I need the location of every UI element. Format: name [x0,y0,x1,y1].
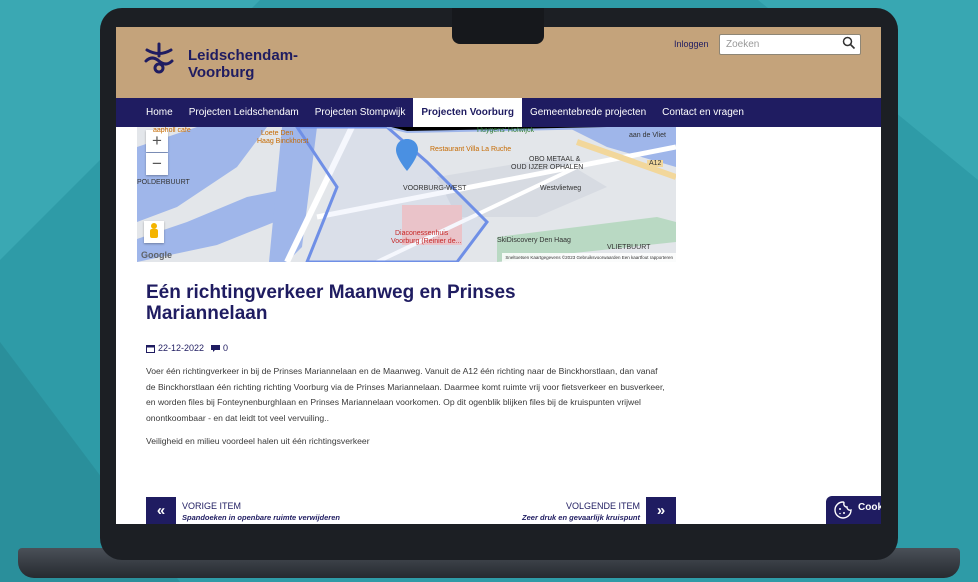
map-label: A12 [647,160,664,167]
camera-notch [452,8,544,44]
article-paragraph: Veiligheid en milieu voordeel halen uit … [146,436,370,446]
next-item-label[interactable]: VOLGENDE ITEM [566,501,640,511]
article-title: Eén richtingverkeer Maanweg en Prinses M… [146,282,516,324]
map-label: Westvlietweg [540,185,582,192]
map-label: Diaconessenhuis [395,230,449,237]
map-attribution[interactable]: Sneltoetsen Kaartgegevens ©2023 Gebruiks… [502,253,676,262]
google-map[interactable]: + − aapholl cafe Loete Den Haag Binckhor… [137,127,676,262]
cookie-icon [834,501,852,519]
article-date: 22-12-2022 [158,343,205,353]
nav-projecten-leidschendam[interactable]: Projecten Leidschendam [181,98,307,127]
previous-item-title[interactable]: Spandoeken in openbare ruimte verwijdere… [182,513,340,522]
search-input[interactable] [719,34,861,55]
municipality-logo-icon[interactable] [142,41,176,75]
brand-line-2: Voorburg [188,64,255,81]
map-label: aan de Vliet [629,132,666,139]
browser-screen: Leidschendam- Voorburg Inloggen Home Pro… [116,27,881,524]
map-label: Voorburg (Reinier de... [391,238,462,245]
map-marker-icon[interactable] [396,139,418,171]
map-label: Haag Binckhorst [257,138,309,145]
map-label: OBO METAAL & [529,156,581,163]
map-label: Huygens' Hofwijck [477,127,534,134]
post-pager: « VORIGE ITEM Spandoeken in openbare rui… [146,497,676,524]
search-icon[interactable] [842,36,856,50]
map-label: Loete Den [261,130,294,137]
map-label: VLIETBUURT [607,244,651,251]
calendar-icon [146,344,155,353]
cookie-button[interactable]: Cookie [826,496,881,524]
comment-count[interactable]: 0 [223,343,228,353]
nav-contact-en-vragen[interactable]: Contact en vragen [654,98,752,127]
google-logo[interactable]: Google [141,250,172,260]
comment-icon [211,344,221,352]
article-meta: 22-12-2022 0 [146,343,228,353]
nav-gemeentebrede-projecten[interactable]: Gemeentebrede projecten [522,98,654,127]
map-label: SkiDiscovery Den Haag [497,237,571,244]
nav-projecten-voorburg[interactable]: Projecten Voorburg [413,98,522,127]
nav-projecten-stompwijk[interactable]: Projecten Stompwijk [307,98,414,127]
map-label: aapholl cafe [153,127,191,134]
next-item-title[interactable]: Zeer druk en gevaarlijk kruispunt [522,513,640,522]
map-label: OUD IJZER OPHALEN [511,164,584,171]
login-link[interactable]: Inloggen [674,39,709,49]
previous-item-button[interactable]: « [146,497,176,524]
map-label: Restaurant Villa La Ruche [430,146,512,153]
main-navigation: Home Projecten Leidschendam Projecten St… [116,98,881,127]
article-paragraph: Voer één richtingverkeer in bij de Prins… [146,366,665,423]
map-label: VOORBURG-WEST [403,185,467,192]
next-item-button[interactable]: » [646,497,676,524]
nav-home[interactable]: Home [138,98,181,127]
brand-name[interactable]: Leidschendam- Voorburg [188,47,298,81]
cookie-label: Cookie [858,502,881,513]
street-view-pegman-icon[interactable] [144,221,164,243]
brand-line-1: Leidschendam- [188,47,299,64]
zoom-out-button[interactable]: − [146,153,168,175]
map-label: POLDERBUURT [137,179,190,186]
previous-item-label[interactable]: VORIGE ITEM [182,501,241,511]
